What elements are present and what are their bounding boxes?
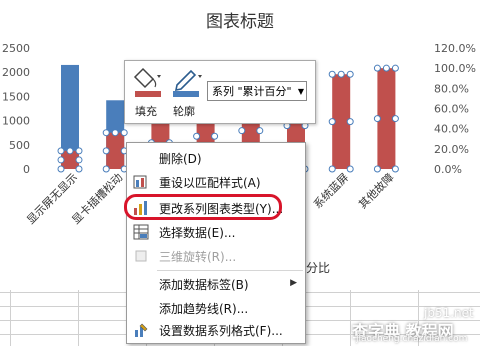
legend-entry-cumulative-fragment: 分比 (306, 261, 330, 275)
selection-handle (328, 165, 336, 173)
series-select-dropdown[interactable]: 系列 "累计百分" ▼ (207, 81, 307, 101)
pen-icon (173, 69, 202, 97)
selection-handle (373, 165, 381, 173)
menu-item-label: 选择数据(E)... (159, 226, 236, 240)
selection-handle (57, 147, 65, 155)
reset-style-icon (133, 175, 147, 189)
selection-handle (382, 64, 390, 72)
y-axis-right-tick-label: 60.0% (434, 103, 469, 116)
menu-item-add-trendline[interactable]: 添加趋势线(R)... (127, 297, 305, 319)
outline-button[interactable]: 轮廓 (171, 65, 205, 119)
mini-format-toolbar: 填充 轮廓 系列 "累计百分" ▼ (124, 60, 316, 124)
menu-item-3d-rotation: 三维旋转(R)... (127, 245, 305, 267)
selection-handle (346, 118, 354, 126)
selection-handle (57, 165, 65, 173)
selection-handle (193, 132, 201, 140)
y-axis-right-tick-label: 120.0% (434, 42, 476, 55)
y-axis-left-tick-label: 1000 (2, 115, 30, 128)
selection-handle (102, 147, 110, 155)
grid-col-line (10, 290, 11, 346)
selection-handle (57, 156, 65, 164)
selection-handle (328, 118, 336, 126)
selection-handle (75, 165, 83, 173)
grid-col-line (78, 290, 79, 346)
y-axis-right-tick-label: 20.0% (434, 143, 469, 156)
selection-handle (75, 156, 83, 164)
selection-handle (256, 127, 264, 135)
menu-item-reset-style[interactable]: 重设以匹配样式(A) (127, 171, 305, 193)
y-axis-right-tick-label: 100.0% (434, 62, 476, 75)
selection-handle (102, 129, 110, 137)
menu-item-label: 添加数据标签(B) (159, 278, 249, 292)
fill-button[interactable]: 填充 (133, 65, 167, 119)
menu-separator (157, 270, 303, 271)
excel-chart-view: 图表标题 2500 2000 1500 1000 500 0 120.0% 100.0% 80… (0, 0, 480, 346)
selection-handle (211, 132, 219, 140)
menu-item-select-data[interactable]: 选择数据(E)... (127, 221, 305, 243)
selection-handle (346, 165, 354, 173)
format-series-icon (135, 323, 148, 337)
selection-handle (373, 64, 381, 72)
chevron-down-icon: ▼ (297, 87, 304, 96)
menu-item-format-data-series[interactable]: 设置数据系列格式(F)... (127, 319, 305, 341)
highlight-annotation (124, 194, 282, 220)
selection-handle (75, 147, 83, 155)
menu-item-label: 设置数据系列格式(F)... (159, 324, 283, 338)
y-axis-left-tick-label: 500 (9, 139, 30, 152)
y-axis-right-tick-label: 80.0% (434, 82, 469, 95)
outline-label: 轮廓 (173, 105, 195, 118)
y-axis-left-tick-label: 2500 (2, 42, 30, 55)
y-axis-left-tick-label: 2000 (2, 66, 30, 79)
menu-item-add-data-labels[interactable]: 添加数据标签(B) ▶ (127, 273, 305, 295)
y-axis-right-tick-label: 40.0% (434, 123, 469, 136)
menu-item-label: 三维旋转(R)... (159, 250, 237, 264)
series-select-value: 系列 "累计百分" (212, 85, 292, 98)
chart-title[interactable]: 图表标题 (206, 12, 274, 32)
menu-item-label: 添加趋势线(R)... (159, 302, 249, 316)
rotate-3d-icon (135, 250, 147, 262)
selection-handle (66, 147, 74, 155)
selection-handle (238, 127, 246, 135)
select-data-icon (133, 224, 149, 240)
paint-bucket-icon (133, 67, 161, 97)
menu-item-label: 删除(D) (159, 152, 202, 166)
menu-item-delete[interactable]: 删除(D) (127, 147, 305, 169)
y-axis-left-tick-label: 0 (23, 163, 30, 176)
y-axis-right-tick-label: 0.0% (434, 163, 462, 176)
submenu-arrow-icon: ▶ (290, 278, 297, 288)
selection-handle (391, 165, 399, 173)
watermark-url: jiaocheng.chazidian.com (356, 334, 468, 344)
selection-handle (337, 70, 345, 78)
selection-handle (111, 129, 119, 137)
y-axis-left-tick-label: 1500 (2, 90, 30, 103)
selection-handle (120, 129, 128, 137)
selection-handle (346, 70, 354, 78)
menu-item-label: 重设以匹配样式(A) (159, 176, 261, 190)
selection-handle (391, 64, 399, 72)
selection-handle (102, 165, 110, 173)
selection-handle (373, 115, 381, 123)
fill-label: 填充 (135, 105, 157, 118)
grid-col-line (350, 290, 351, 346)
selection-handle (328, 70, 336, 78)
context-menu: 删除(D) 重设以匹配样式(A) 更改系列图表类型(Y)... 选择数据(E).… (126, 142, 306, 344)
selection-handle (391, 115, 399, 123)
